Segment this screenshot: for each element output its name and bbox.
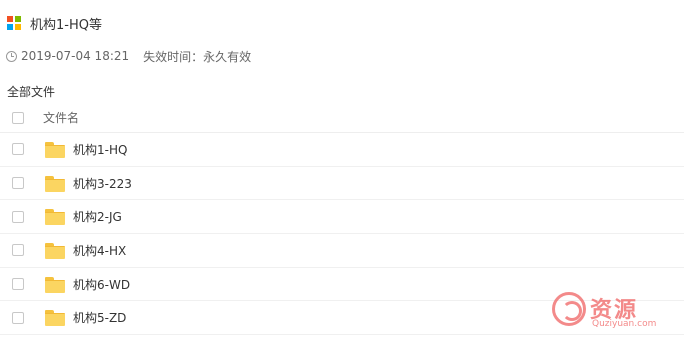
file-row[interactable]: 机构3-223	[0, 167, 684, 201]
file-name[interactable]: 机构6-WD	[73, 276, 130, 293]
folder-icon	[45, 310, 65, 327]
select-all-checkbox[interactable]	[12, 111, 24, 124]
column-header-name[interactable]: 文件名	[43, 109, 79, 126]
file-name[interactable]: 机构3-223	[73, 175, 132, 192]
expire-value: 永久有效	[203, 49, 252, 64]
watermark-logo-icon	[552, 292, 586, 326]
share-meta: 2019-07-04 18:21 失效时间： 永久有效	[6, 47, 251, 65]
folder-icon	[45, 242, 65, 259]
folder-icon	[45, 209, 65, 226]
file-row[interactable]: 机构4-HX	[0, 234, 684, 268]
row-checkbox[interactable]	[12, 177, 24, 190]
file-name[interactable]: 机构4-HX	[73, 242, 126, 259]
row-checkbox[interactable]	[12, 244, 24, 257]
watermark-subtext: Quziyuan.com	[592, 319, 657, 329]
folder-icon	[45, 276, 65, 293]
file-list-header: 文件名	[0, 103, 684, 133]
logo-square-yellow	[15, 24, 21, 30]
share-date: 2019-07-04 18:21	[21, 49, 130, 63]
breadcrumb[interactable]: 全部文件	[7, 83, 55, 100]
file-row[interactable]: 机构2-JG	[0, 200, 684, 235]
logo-square-red	[7, 16, 13, 22]
row-checkbox[interactable]	[12, 143, 24, 156]
clock-icon	[6, 50, 17, 62]
expire-label: 失效时间：	[143, 49, 204, 64]
file-name[interactable]: 机构2-JG	[73, 208, 122, 225]
file-name[interactable]: 机构5-ZD	[73, 309, 126, 326]
logo-square-blue	[7, 24, 13, 30]
share-title: 机构1-HQ等	[30, 17, 102, 33]
folder-icon	[45, 141, 65, 158]
row-checkbox[interactable]	[12, 278, 24, 291]
file-name[interactable]: 机构1-HQ	[73, 141, 127, 158]
logo-square-green	[15, 16, 21, 22]
row-checkbox[interactable]	[12, 311, 24, 324]
app-logo-icon	[7, 16, 21, 30]
row-checkbox[interactable]	[12, 210, 24, 223]
share-header: 机构1-HQ等	[7, 13, 102, 33]
folder-icon	[45, 175, 65, 192]
watermark: 资源 Quziyuan.com	[552, 292, 672, 332]
file-row[interactable]: 机构1-HQ	[0, 133, 684, 167]
